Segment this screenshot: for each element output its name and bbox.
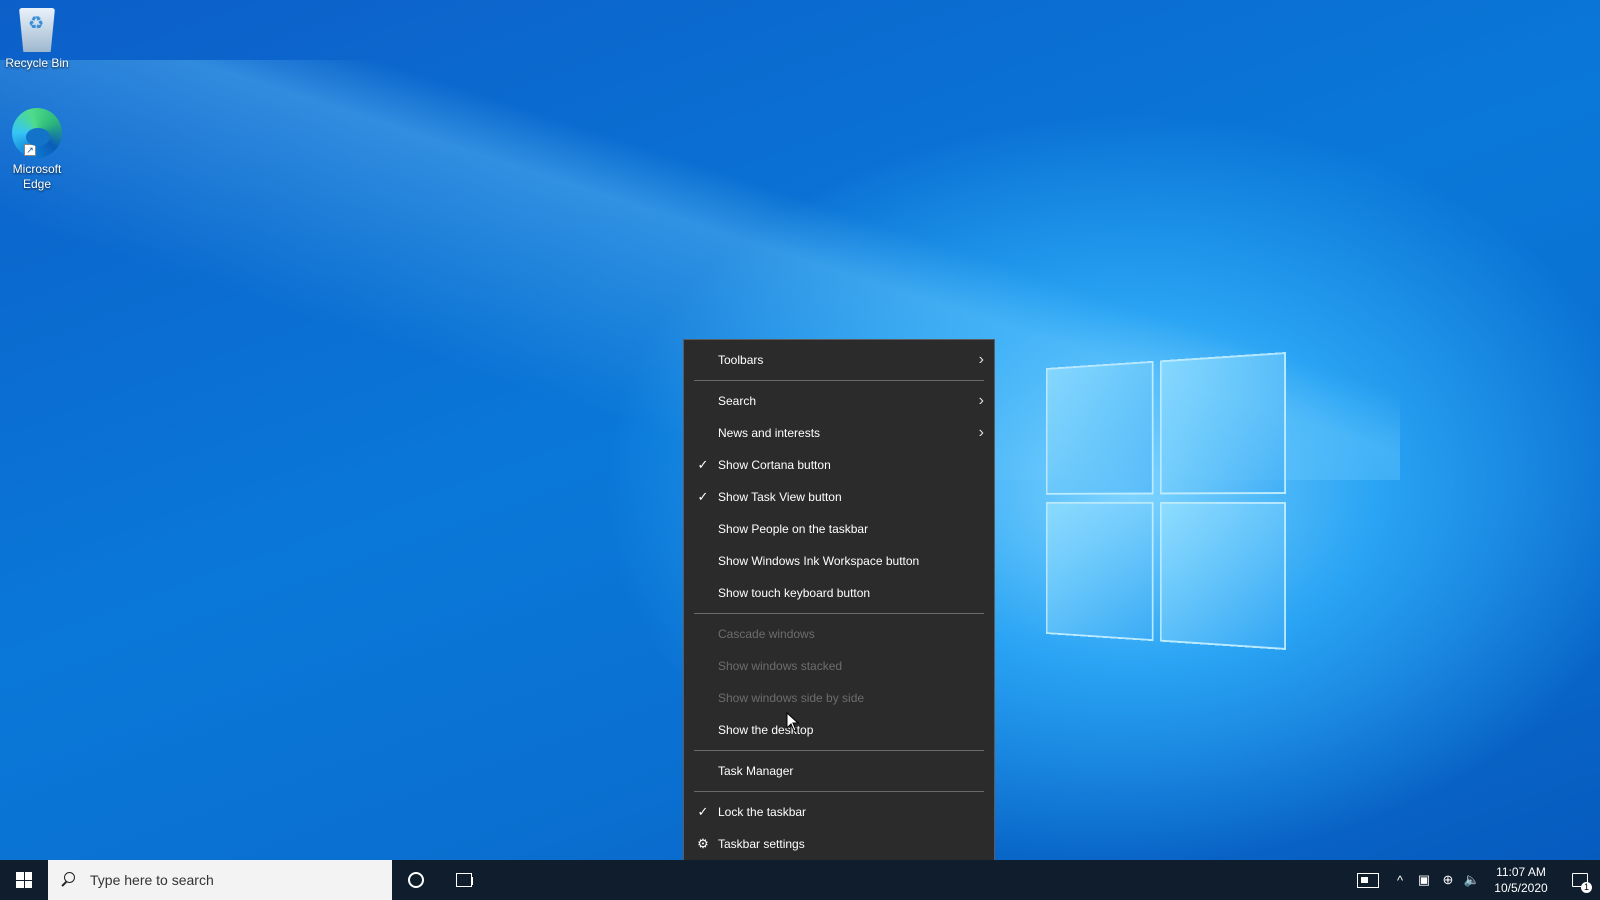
checkmark-icon: ✓ (697, 489, 709, 504)
menu-item-show-task-view-button[interactable]: ✓ Show Task View button (684, 481, 994, 513)
menu-item-taskbar-settings[interactable]: ⚙ Taskbar settings (684, 828, 994, 860)
task-view-button[interactable] (440, 860, 488, 900)
globe-icon: ⊕ (1442, 872, 1454, 887)
menu-item-show-people[interactable]: Show People on the taskbar (684, 513, 994, 545)
menu-item-task-manager[interactable]: Task Manager (684, 755, 994, 787)
cursor-arrow-icon (786, 712, 800, 732)
logo-pane (1046, 360, 1154, 495)
search-placeholder: Type here to search (90, 872, 214, 888)
search-icon (60, 872, 76, 888)
speaker-muted-icon: 🔈 (1463, 872, 1481, 887)
action-center-button[interactable]: 1 (1560, 860, 1600, 900)
menu-item-label: Task Manager (718, 764, 794, 778)
menu-separator (694, 380, 984, 381)
menu-item-label: Taskbar settings (718, 837, 805, 851)
menu-item-show-windows-side-by-side: Show windows side by side (684, 682, 994, 714)
menu-item-label: Show windows side by side (718, 691, 865, 705)
notification-count: 1 (1581, 882, 1592, 893)
gear-icon: ⚙ (697, 836, 709, 851)
menu-separator (694, 791, 984, 792)
menu-item-label: Toolbars (718, 353, 764, 367)
logo-pane (1160, 501, 1286, 650)
menu-item-label: Show Cortana button (718, 458, 831, 472)
start-button[interactable] (0, 860, 48, 900)
menu-separator (694, 613, 984, 614)
recycle-bin-icon (19, 8, 55, 52)
menu-item-news-and-interests[interactable]: News and interests › (684, 417, 994, 449)
menu-item-label: Show Windows Ink Workspace button (718, 554, 920, 568)
show-hidden-icons-button[interactable]: ^ (1388, 860, 1412, 900)
chevron-right-icon: › (978, 424, 984, 441)
chevron-right-icon: › (978, 392, 984, 409)
desktop-icon-recycle-bin[interactable]: Recycle Bin (0, 8, 74, 71)
system-tray: ^ ▣ ⊕ 🔈 11:07 AM 10/5/2020 1 (1348, 860, 1600, 900)
taskbar-context-menu: Toolbars › Search › News and interests ›… (683, 339, 995, 873)
menu-item-search[interactable]: Search › (684, 385, 994, 417)
menu-item-label: Show touch keyboard button (718, 586, 871, 600)
menu-item-label: Search (718, 394, 757, 408)
clock-date: 10/5/2020 (1494, 881, 1548, 895)
menu-item-label: Show Task View button (718, 490, 842, 504)
desktop-icon-microsoft-edge[interactable]: ↗ Microsoft Edge (0, 108, 74, 192)
menu-item-show-windows-ink[interactable]: Show Windows Ink Workspace button (684, 545, 994, 577)
menu-item-show-the-desktop[interactable]: Show the desktop (684, 714, 994, 746)
news-and-interests-button[interactable] (1348, 860, 1388, 900)
meet-now-button[interactable]: ▣ (1412, 860, 1436, 900)
volume-button[interactable]: 🔈 (1460, 860, 1484, 900)
menu-item-label: Show People on the taskbar (718, 522, 869, 536)
wallpaper-windows-logo (1046, 352, 1286, 650)
taskbar: Type here to search ^ ▣ ⊕ 🔈 11:07 AM 10/… (0, 860, 1600, 900)
news-icon (1357, 872, 1379, 888)
camera-icon: ▣ (1417, 872, 1431, 887)
taskbar-search-box[interactable]: Type here to search (48, 860, 392, 900)
chevron-right-icon: › (978, 351, 984, 368)
menu-item-label: Show windows stacked (718, 659, 843, 673)
checkmark-icon: ✓ (697, 804, 709, 819)
network-button[interactable]: ⊕ (1436, 860, 1460, 900)
menu-separator (694, 750, 984, 751)
desktop-icon-label: Recycle Bin (5, 56, 69, 70)
windows-logo-icon (16, 872, 32, 888)
clock[interactable]: 11:07 AM 10/5/2020 (1492, 864, 1550, 896)
menu-item-label: Lock the taskbar (718, 805, 807, 819)
menu-item-show-touch-keyboard[interactable]: Show touch keyboard button (684, 577, 994, 609)
menu-item-show-windows-stacked: Show windows stacked (684, 650, 994, 682)
logo-pane (1046, 501, 1154, 642)
menu-item-label: News and interests (718, 426, 821, 440)
edge-icon: ↗ (12, 108, 62, 158)
shortcut-arrow-icon: ↗ (24, 144, 36, 156)
cortana-button[interactable] (392, 860, 440, 900)
menu-item-lock-the-taskbar[interactable]: ✓ Lock the taskbar (684, 796, 994, 828)
clock-time: 11:07 AM (1496, 865, 1546, 879)
menu-item-toolbars[interactable]: Toolbars › (684, 344, 994, 376)
logo-pane (1160, 352, 1286, 495)
menu-item-label: Cascade windows (718, 627, 815, 641)
desktop-icon-label: Microsoft Edge (12, 162, 62, 191)
menu-item-cascade-windows: Cascade windows (684, 618, 994, 650)
checkmark-icon: ✓ (697, 457, 709, 472)
cortana-icon (408, 872, 424, 888)
menu-item-show-cortana-button[interactable]: ✓ Show Cortana button (684, 449, 994, 481)
chevron-up-icon: ^ (1396, 872, 1404, 888)
task-view-icon (456, 873, 473, 887)
